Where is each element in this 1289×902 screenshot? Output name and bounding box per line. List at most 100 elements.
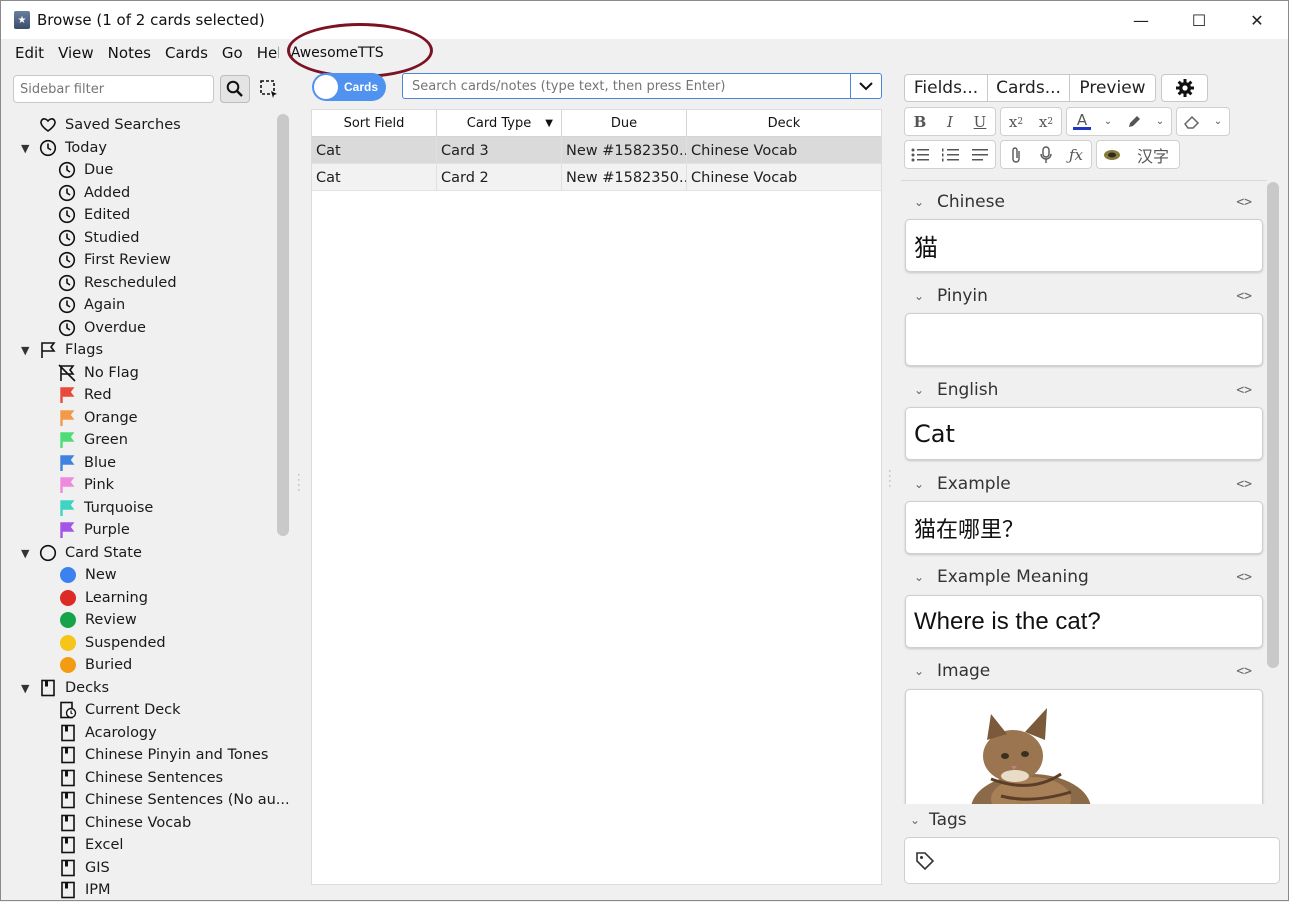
column-header-card-type[interactable]: Card Type ▼ <box>437 110 562 137</box>
close-button[interactable]: ✕ <box>1234 1 1280 39</box>
sidebar-item-review[interactable]: Review <box>59 609 137 631</box>
sidebar-item-again[interactable]: Again <box>58 294 125 316</box>
sidebar-item-current-deck[interactable]: Current Deck <box>59 699 181 721</box>
left-splitter-handle[interactable]: · · · · <box>297 470 301 496</box>
function-icon[interactable]: ƒx <box>1061 141 1091 168</box>
sidebar-scrollbar[interactable] <box>277 114 289 536</box>
sidebar-item-deck[interactable]: Acarology <box>59 722 157 744</box>
field-label-image[interactable]: ⌄ Image <> <box>901 659 1261 683</box>
html-editor-toggle-icon[interactable]: <> <box>1236 383 1252 398</box>
html-editor-toggle-icon[interactable]: <> <box>1236 289 1252 304</box>
sidebar-item-rescheduled[interactable]: Rescheduled <box>58 272 177 294</box>
menu-help[interactable]: Help <box>250 44 279 62</box>
collapse-arrow-icon[interactable]: ▼ <box>21 547 33 560</box>
sidebar-item-flag-blue[interactable]: Blue <box>58 452 116 474</box>
chevron-down-icon[interactable]: ⌄ <box>901 383 937 397</box>
sidebar-item-buried[interactable]: Buried <box>59 654 132 676</box>
table-row[interactable]: Cat Card 3 New #1582350... Chinese Vocab <box>312 137 881 164</box>
sidebar-item-added[interactable]: Added <box>58 182 130 204</box>
search-input[interactable] <box>403 75 850 97</box>
sidebar-item-deck[interactable]: Excel <box>59 834 123 856</box>
subscript-icon[interactable]: x2 <box>1031 108 1061 135</box>
menu-edit[interactable]: Edit <box>8 44 51 62</box>
sidebar-item-deck[interactable]: IPM <box>59 879 111 901</box>
tags-label[interactable]: ⌄ Tags <box>901 808 1261 832</box>
cards-notes-toggle[interactable]: Cards <box>312 73 386 101</box>
field-label-example-meaning[interactable]: ⌄ Example Meaning <> <box>901 565 1261 589</box>
italic-icon[interactable]: I <box>935 108 965 135</box>
sidebar-filter-input[interactable] <box>13 75 214 103</box>
right-splitter-handle[interactable]: · · · · <box>888 466 892 492</box>
underline-icon[interactable]: U <box>965 108 995 135</box>
eraser-icon[interactable] <box>1177 108 1207 135</box>
numbered-list-icon[interactable] <box>935 141 965 168</box>
sidebar-item-flag-green[interactable]: Green <box>58 429 128 451</box>
sidebar-item-flag-red[interactable]: Red <box>58 384 112 406</box>
sidebar-item-overdue[interactable]: Overdue <box>58 317 146 339</box>
sidebar-item-flag-orange[interactable]: Orange <box>58 407 138 429</box>
collapse-arrow-icon[interactable]: ▼ <box>21 344 33 357</box>
text-color-icon[interactable]: A <box>1067 108 1097 135</box>
highlight-pen-icon[interactable] <box>1119 108 1149 135</box>
sidebar-item-new[interactable]: New <box>59 564 117 586</box>
column-header-due[interactable]: Due <box>562 110 687 137</box>
field-label-english[interactable]: ⌄ English <> <box>901 378 1261 402</box>
sidebar-item-due[interactable]: Due <box>58 159 113 181</box>
chevron-down-icon[interactable]: ⌄ <box>901 289 937 303</box>
column-header-deck[interactable]: Deck <box>687 110 881 137</box>
sidebar-item-deck[interactable]: GIS <box>59 857 110 879</box>
sidebar-item-flag-purple[interactable]: Purple <box>58 519 130 541</box>
field-editor-pinyin[interactable] <box>905 313 1263 366</box>
chevron-down-icon[interactable]: ⌄ <box>1207 108 1229 135</box>
align-icon[interactable] <box>965 141 995 168</box>
sidebar-item-deck[interactable]: Chinese Sentences (No au... <box>59 789 290 811</box>
minimize-button[interactable]: — <box>1118 1 1164 39</box>
bold-icon[interactable]: B <box>905 108 935 135</box>
hanzi-button[interactable]: 汉字 <box>1127 141 1179 168</box>
editor-scrollbar[interactable] <box>1267 182 1279 668</box>
sidebar-item-flags[interactable]: ▼ Flags <box>1 339 103 361</box>
chevron-down-icon[interactable]: ⌄ <box>1097 108 1119 135</box>
sidebar-item-no-flag[interactable]: No Flag <box>58 362 139 384</box>
sidebar-item-card-state[interactable]: ▼ Card State <box>1 542 142 564</box>
sidebar-item-learning[interactable]: Learning <box>59 587 148 609</box>
field-label-example[interactable]: ⌄ Example <> <box>901 472 1261 496</box>
html-editor-toggle-icon[interactable]: <> <box>1236 477 1252 492</box>
search-history-dropdown[interactable] <box>850 74 881 98</box>
field-editor-example-meaning[interactable]: Where is the cat? <box>905 595 1263 648</box>
field-editor-example[interactable]: 猫在哪里？ <box>905 501 1263 554</box>
menu-view[interactable]: View <box>51 44 101 62</box>
sidebar-item-saved-searches[interactable]: Saved Searches <box>39 114 181 136</box>
awesometts-speaker-icon[interactable] <box>1097 141 1127 168</box>
chevron-down-icon[interactable]: ⌄ <box>901 813 929 827</box>
sidebar-item-flag-pink[interactable]: Pink <box>58 474 114 496</box>
sidebar-item-decks[interactable]: ▼ Decks <box>1 677 109 699</box>
field-editor-image[interactable] <box>905 689 1263 804</box>
preview-button[interactable]: Preview <box>1070 74 1156 102</box>
sidebar-item-deck[interactable]: Chinese Sentences <box>59 767 223 789</box>
superscript-icon[interactable]: x2 <box>1001 108 1031 135</box>
collapse-arrow-icon[interactable]: ▼ <box>21 142 33 155</box>
maximize-button[interactable]: ☐ <box>1176 1 1222 39</box>
sidebar-item-deck[interactable]: Chinese Pinyin and Tones <box>59 744 268 766</box>
tags-editor[interactable] <box>904 837 1280 884</box>
sidebar-item-today[interactable]: ▼ Today <box>1 137 107 159</box>
chevron-down-icon[interactable]: ⌄ <box>901 664 937 678</box>
sidebar-item-deck[interactable]: Chinese Vocab <box>59 812 191 834</box>
sidebar-item-suspended[interactable]: Suspended <box>59 632 166 654</box>
field-editor-chinese[interactable]: 猫 <box>905 219 1263 272</box>
sidebar-item-first-review[interactable]: First Review <box>58 249 171 271</box>
column-header-sort-field[interactable]: Sort Field <box>312 110 437 137</box>
collapse-arrow-icon[interactable]: ▼ <box>21 682 33 695</box>
field-editor-english[interactable]: Cat <box>905 407 1263 460</box>
menu-go[interactable]: Go <box>215 44 250 62</box>
table-row[interactable]: Cat Card 2 New #1582350... Chinese Vocab <box>312 164 881 191</box>
menu-cards[interactable]: Cards <box>158 44 215 62</box>
menu-notes[interactable]: Notes <box>101 44 158 62</box>
chevron-down-icon[interactable]: ⌄ <box>901 477 937 491</box>
menu-awesometts[interactable]: AwesomeTTS <box>284 45 391 61</box>
paperclip-icon[interactable] <box>1001 141 1031 168</box>
microphone-icon[interactable] <box>1031 141 1061 168</box>
html-editor-toggle-icon[interactable]: <> <box>1236 195 1252 210</box>
sidebar-item-edited[interactable]: Edited <box>58 204 130 226</box>
